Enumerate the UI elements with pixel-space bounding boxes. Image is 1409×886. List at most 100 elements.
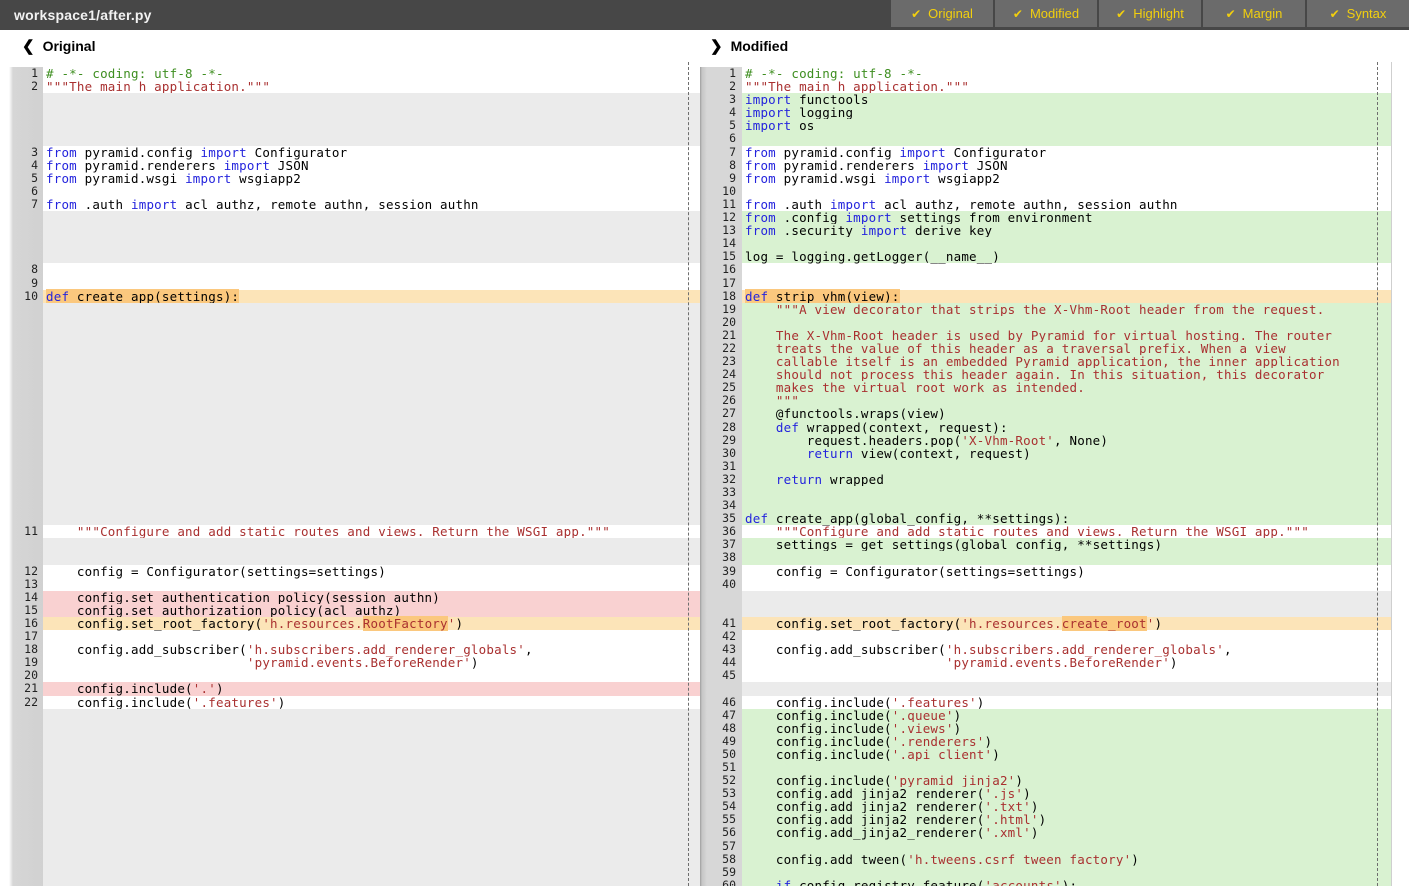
line-number: 49	[700, 735, 742, 748]
line-number	[0, 394, 43, 407]
line-number: 29	[700, 434, 742, 447]
line-number	[0, 879, 43, 886]
line-number: 7	[700, 146, 742, 159]
line-number	[0, 473, 43, 486]
code-text	[43, 381, 700, 394]
line-number: 45	[700, 669, 742, 682]
code-text: return view(context, request)	[742, 447, 1409, 460]
line-number	[0, 132, 43, 145]
code-line: 2"""The main h application."""	[0, 80, 700, 93]
filler-line	[0, 119, 700, 132]
code-text	[43, 250, 700, 263]
line-number: 14	[0, 591, 43, 604]
line-number	[0, 813, 43, 826]
line-number	[700, 591, 742, 604]
code-text: import logging	[742, 106, 1409, 119]
code-line: 44 'pyramid.events.BeforeRender')	[700, 656, 1409, 669]
filler-line	[0, 460, 700, 473]
code-text	[43, 787, 700, 800]
code-text	[43, 722, 700, 735]
filler-line	[0, 486, 700, 499]
diff-content: 1# -*- coding: utf-8 -*-2"""The main h a…	[0, 62, 1409, 886]
code-text: config.include('.features')	[43, 696, 700, 709]
filler-line	[0, 787, 700, 800]
toggle-margin-button[interactable]: ✔ Margin	[1203, 0, 1305, 27]
filler-line	[0, 421, 700, 434]
code-text: import os	[742, 119, 1409, 132]
line-number	[0, 853, 43, 866]
code-line: 58 config.add_tween('h.tweens.csrf_tween…	[700, 853, 1409, 866]
line-number	[0, 840, 43, 853]
line-number	[0, 316, 43, 329]
code-text	[742, 578, 1409, 591]
line-number: 19	[700, 303, 742, 316]
line-number	[0, 237, 43, 250]
code-text	[43, 93, 700, 106]
line-number	[0, 551, 43, 564]
line-number: 9	[700, 172, 742, 185]
line-number: 46	[700, 696, 742, 709]
toggle-modified-label: Modified	[1030, 6, 1079, 21]
chevron-right-icon: ❯	[710, 37, 723, 55]
code-line: 33	[700, 486, 1409, 499]
filler-line	[0, 355, 700, 368]
code-text	[742, 486, 1409, 499]
filler-line	[0, 853, 700, 866]
pane-headers: ❮ Original ❯ Modified	[0, 30, 1409, 62]
code-text	[742, 277, 1409, 290]
line-number: 17	[700, 277, 742, 290]
line-number: 5	[0, 172, 43, 185]
check-icon: ✔	[1330, 7, 1340, 21]
code-line: 5import os	[700, 119, 1409, 132]
line-number: 20	[700, 316, 742, 329]
code-text: config.set_root_factory('h.resources.Roo…	[43, 617, 700, 630]
code-text: """Configure and add static routes and v…	[43, 525, 700, 538]
code-line: 13from .security import derive_key	[700, 224, 1409, 237]
line-number	[0, 342, 43, 355]
line-number	[0, 486, 43, 499]
toggle-modified-button[interactable]: ✔ Modified	[995, 0, 1097, 27]
line-number	[0, 368, 43, 381]
window-title: workspace1/after.py	[0, 7, 152, 23]
line-number	[0, 748, 43, 761]
code-text	[43, 277, 700, 290]
line-number: 16	[700, 263, 742, 276]
filler-line	[0, 748, 700, 761]
filler-line	[0, 538, 700, 551]
chevron-left-icon: ❮	[22, 37, 35, 55]
toggle-highlight-button[interactable]: ✔ Highlight	[1099, 0, 1201, 27]
code-text	[43, 748, 700, 761]
code-text: config = Configurator(settings=settings)	[742, 565, 1409, 578]
line-number: 15	[0, 604, 43, 617]
code-line: 30 return view(context, request)	[700, 447, 1409, 460]
toggle-original-label: Original	[928, 6, 973, 21]
code-text: from pyramid.wsgi import wsgiapp2	[742, 172, 1409, 185]
code-text	[43, 263, 700, 276]
code-text: from .security import derive_key	[742, 224, 1409, 237]
filler-line	[0, 237, 700, 250]
line-number: 31	[700, 460, 742, 473]
filler-line	[0, 735, 700, 748]
code-text: """The main h application."""	[43, 80, 700, 93]
filler-line	[0, 813, 700, 826]
modified-pane-title: Modified	[731, 38, 789, 54]
code-text	[43, 329, 700, 342]
code-text: config.include('.api_client')	[742, 748, 1409, 761]
filler-line	[0, 866, 700, 879]
toggle-original-button[interactable]: ✔ Original	[891, 0, 993, 27]
code-line: 60 if config.registry.feature('accounts'…	[700, 879, 1409, 886]
filler-line	[0, 329, 700, 342]
code-line: 56 config.add_jinja2_renderer('.xml')	[700, 826, 1409, 839]
code-line: 12 config = Configurator(settings=settin…	[0, 565, 700, 578]
line-number: 21	[700, 329, 742, 342]
line-number: 28	[700, 421, 742, 434]
filler-line	[0, 93, 700, 106]
line-number: 27	[700, 407, 742, 420]
line-number	[0, 735, 43, 748]
toggle-syntax-button[interactable]: ✔ Syntax	[1307, 0, 1409, 27]
line-number: 39	[700, 565, 742, 578]
code-text	[43, 853, 700, 866]
code-text: config.set_root_factory('h.resources.cre…	[742, 617, 1409, 630]
code-text: from pyramid.wsgi import wsgiapp2	[43, 172, 700, 185]
code-text	[43, 473, 700, 486]
